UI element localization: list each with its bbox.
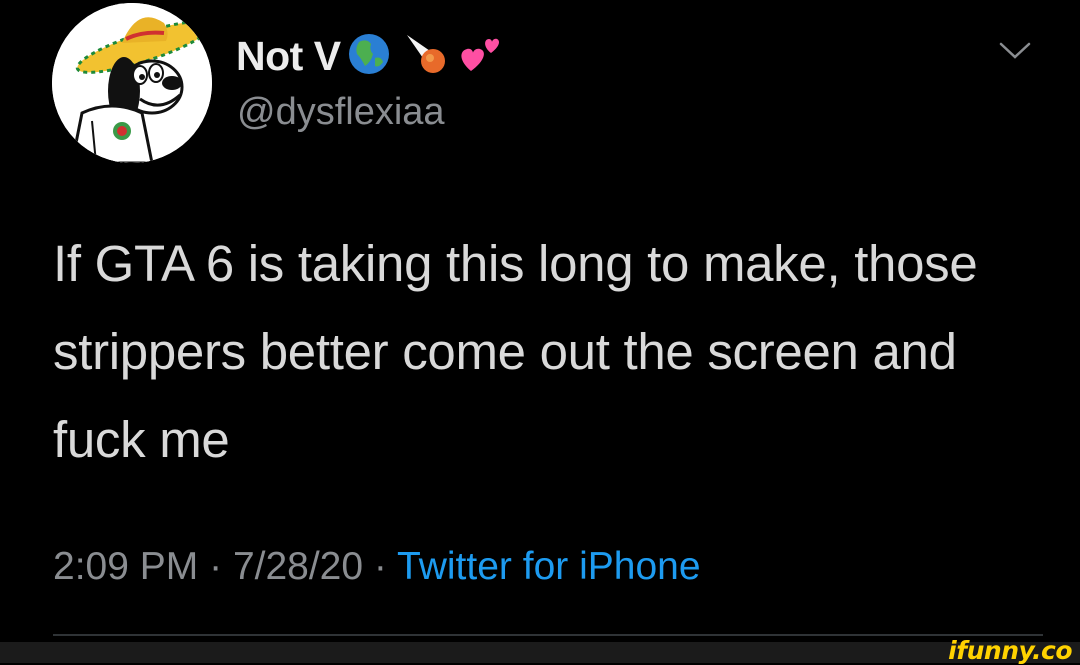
tweet-time: 2:09 PM xyxy=(53,545,199,588)
meteor-emoji xyxy=(403,31,449,82)
chevron-down-icon[interactable] xyxy=(998,40,1032,62)
ifunny-watermark: ifunny.co xyxy=(948,636,1072,665)
tweet-text: If GTA 6 is taking this long to make, th… xyxy=(53,235,978,468)
display-name[interactable]: Not V xyxy=(236,33,341,80)
meta-separator: · xyxy=(373,545,387,588)
tweet-date: 7/28/20 xyxy=(232,545,364,588)
globe-americas-emoji xyxy=(347,32,391,81)
tweet-source-link[interactable]: Twitter for iPhone xyxy=(397,545,700,588)
goofy-sombrero-avatar-image xyxy=(52,3,212,163)
meta-separator: · xyxy=(209,545,223,588)
divider xyxy=(53,634,1043,636)
watermark-bar xyxy=(0,642,1080,663)
avatar[interactable] xyxy=(52,3,212,163)
user-name-row: Not V xyxy=(236,28,503,84)
two-hearts-emoji xyxy=(457,31,503,82)
tweet-meta: 2:09 PM · 7/28/20 · Twitter for iPhone xyxy=(53,545,701,589)
user-handle[interactable]: @dysflexiaa xyxy=(237,91,445,134)
